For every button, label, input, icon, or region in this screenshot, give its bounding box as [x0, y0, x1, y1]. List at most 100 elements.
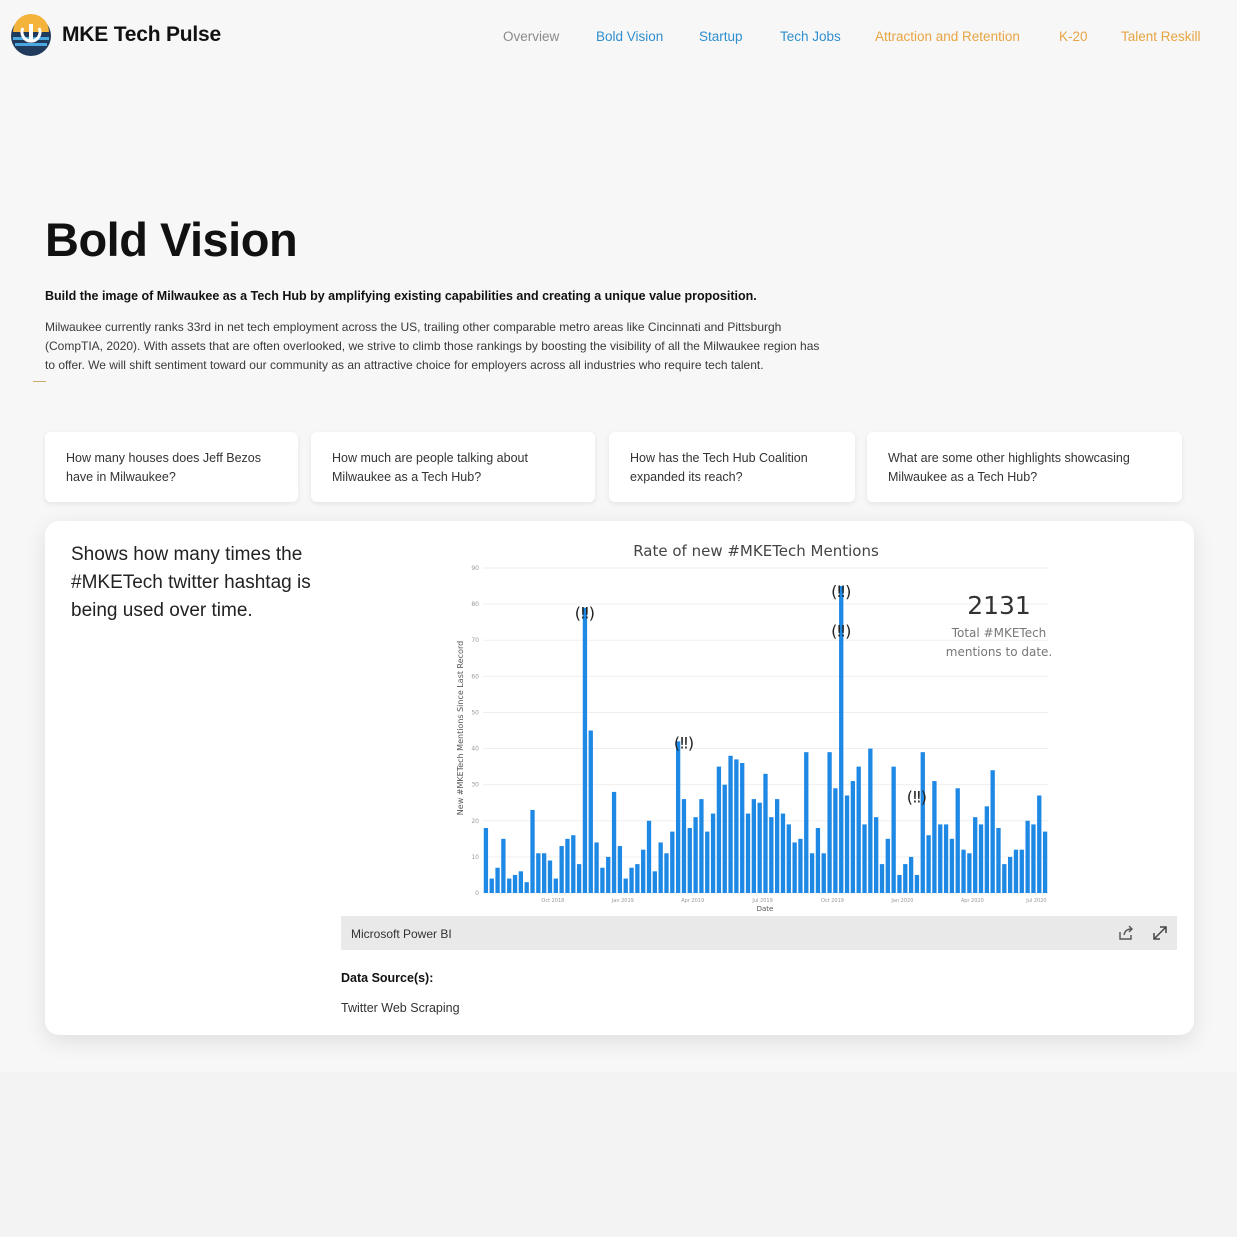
chart-bar — [693, 817, 698, 893]
nav-startup[interactable]: Startup — [699, 29, 743, 44]
chart-bar — [600, 867, 605, 893]
chart-annotation: (‼) — [831, 622, 851, 641]
chart-bar — [501, 838, 506, 893]
powerbi-label[interactable]: Microsoft Power BI — [351, 927, 452, 941]
chart-bar — [844, 795, 850, 893]
chart-bar — [897, 874, 902, 893]
question-text: How has the Tech Hub Coalition expanded … — [630, 451, 808, 484]
chart-description: Shows how many times the #MKETech twitte… — [71, 544, 311, 621]
x-axis-label: Date — [757, 905, 774, 913]
y-tick-label: 60 — [471, 673, 479, 680]
chart-bar — [641, 849, 646, 893]
chart-bar — [792, 842, 797, 893]
brand-name[interactable]: MKE Tech Pulse — [62, 23, 221, 47]
chart-bar — [740, 763, 745, 893]
chart-bar — [757, 802, 762, 893]
chart-bar — [891, 766, 896, 893]
chart-bar — [973, 817, 978, 893]
mentions-bar-chart[interactable]: 0 10 20 30 40 50 60 70 80 90 Oct 2018 Jan 2019 Apr 2… — [341, 540, 1177, 916]
chart-bar — [914, 874, 920, 893]
powerbi-embed[interactable]: 0 10 20 30 40 50 60 70 80 90 Oct 2018 Jan 2019 Apr 2… — [341, 540, 1177, 950]
chart-bar — [710, 813, 716, 893]
chart-bar — [687, 828, 692, 893]
chart-bar — [949, 838, 955, 893]
expand-icon[interactable] — [1151, 924, 1169, 942]
chart-annotation: (‼) — [831, 582, 851, 601]
x-tick-label: Jan 2019 — [611, 898, 634, 904]
chart-bar — [868, 748, 873, 893]
nav-talent-reskill[interactable]: Talent Reskill — [1121, 29, 1201, 44]
nav-tech-jobs[interactable]: Tech Jobs — [780, 29, 841, 44]
chart-bar — [763, 773, 768, 893]
chart-bar — [675, 741, 681, 893]
question-card-talking[interactable]: How much are people talking about Milwau… — [311, 432, 595, 502]
chart-bar — [518, 871, 524, 893]
chart-bar — [652, 871, 657, 893]
page-subtitle: Build the image of Milwaukee as a Tech H… — [45, 289, 757, 303]
share-icon[interactable] — [1117, 924, 1135, 942]
question-card-coalition[interactable]: How has the Tech Hub Coalition expanded … — [609, 432, 855, 502]
decorative-line — [33, 381, 46, 382]
chart-bar — [774, 799, 780, 893]
kpi-total-value: 2131 — [967, 591, 1031, 620]
chart-bar — [1013, 849, 1019, 893]
chart-bar — [990, 770, 995, 893]
chart-bar — [751, 799, 757, 893]
y-tick-label: 30 — [471, 782, 479, 789]
y-tick-label: 50 — [471, 709, 479, 716]
chart-title: Rate of new #MKETech Mentions — [633, 542, 879, 560]
chart-bar — [617, 846, 623, 893]
chart-bar — [874, 817, 879, 893]
chart-bar — [850, 781, 856, 893]
question-text: What are some other highlights showcasin… — [888, 451, 1130, 484]
chart-bar — [1002, 864, 1007, 893]
chart-bar — [542, 853, 547, 893]
data-source-label: Data Source(s): — [341, 971, 434, 985]
chart-bar — [594, 842, 599, 893]
chart-bar — [635, 864, 640, 893]
chart-annotation: (‼) — [674, 734, 694, 753]
question-card-highlights[interactable]: What are some other highlights showcasin… — [867, 432, 1182, 502]
nav-attraction-retention[interactable]: Attraction and Retention — [875, 29, 1020, 44]
chart-bar — [932, 781, 937, 893]
chart-bar — [967, 853, 972, 893]
chart-bar — [623, 878, 628, 893]
chart-bar — [547, 860, 553, 893]
chart-bar — [745, 813, 751, 893]
chart-bar — [582, 607, 588, 893]
y-tick-label: 90 — [471, 565, 479, 572]
top-navbar: MKE Tech Pulse Overview Bold Vision Star… — [0, 0, 1237, 72]
chart-bar — [961, 849, 966, 893]
mke-logo-icon[interactable] — [9, 12, 53, 60]
chart-bar — [926, 835, 931, 893]
chart-bar — [815, 828, 821, 893]
chart-bar — [920, 752, 925, 893]
x-tick-label: Jul 2019 — [751, 898, 772, 904]
powerbi-footer-bar: Microsoft Power BI — [341, 916, 1177, 950]
chart-bar — [821, 853, 826, 893]
y-tick-label: 0 — [475, 890, 479, 897]
chart-bar — [856, 766, 861, 893]
chart-bar — [1042, 831, 1048, 893]
nav-bold-vision[interactable]: Bold Vision — [596, 29, 663, 44]
chart-bar — [670, 831, 675, 893]
chart-bar — [524, 882, 529, 893]
chart-bar — [571, 835, 576, 893]
chart-bar — [804, 752, 809, 893]
chart-bar — [786, 824, 791, 893]
chart-annotations: (‼) (‼) (‼) (‼) (‼) — [575, 582, 927, 807]
nav-overview[interactable]: Overview — [503, 29, 559, 44]
chart-bar — [716, 766, 722, 893]
question-card-bezos[interactable]: How many houses does Jeff Bezos have in … — [45, 432, 298, 502]
chart-bar — [664, 853, 669, 893]
chart-bar — [769, 817, 774, 893]
chart-bar — [734, 759, 739, 893]
chart-bar — [489, 878, 494, 893]
intro-paragraph: Milwaukee currently ranks 33rd in net te… — [45, 320, 820, 372]
chart-bar — [908, 856, 914, 893]
chart-bar — [1037, 795, 1042, 893]
chart-bar — [507, 878, 512, 893]
chart-bar — [798, 838, 803, 893]
nav-k20[interactable]: K-20 — [1059, 29, 1088, 44]
chart-bar — [646, 820, 652, 893]
